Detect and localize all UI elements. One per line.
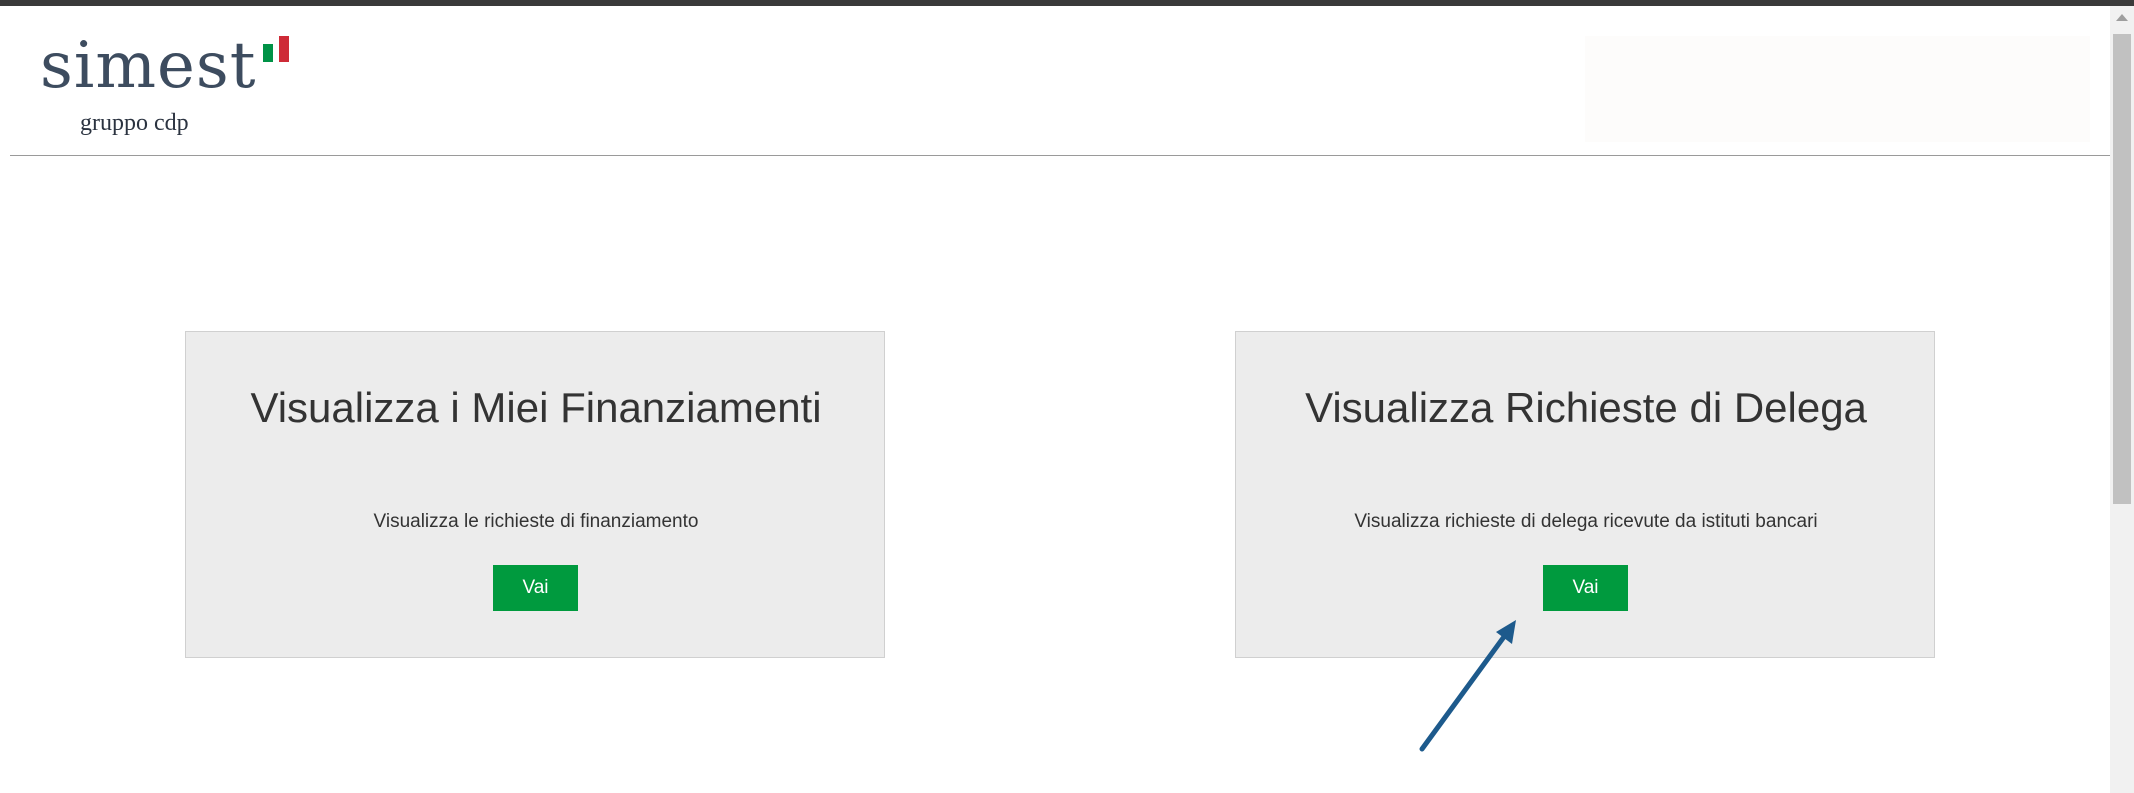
logo-wordmark: simest (40, 29, 257, 103)
header-divider (10, 155, 2110, 156)
simest-logo[interactable]: simest gruppo cdp (38, 26, 308, 146)
header-right-area (1585, 36, 2090, 142)
page-header: simest gruppo cdp (0, 6, 2110, 156)
flag-red-stripe (279, 36, 289, 62)
vertical-scrollbar[interactable] (2110, 6, 2134, 793)
card-title: Visualizza i Miei Finanziamenti (250, 384, 822, 431)
vai-button-delega[interactable]: Vai (1543, 565, 1628, 611)
scroll-up-arrow-icon[interactable] (2116, 14, 2128, 21)
scrollbar-thumb[interactable] (2113, 34, 2131, 504)
flag-green-stripe (263, 44, 273, 62)
logo-subtitle: gruppo cdp (80, 110, 189, 136)
card-description: Visualizza richieste di delega ricevute … (1354, 511, 1818, 532)
card-richieste-delega: Visualizza Richieste di Delega Visualizz… (1235, 331, 1935, 658)
card-title: Visualizza Richieste di Delega (1305, 384, 1867, 431)
card-description: Visualizza le richieste di finanziamento (373, 511, 699, 532)
card-miei-finanziamenti: Visualizza i Miei Finanziamenti Visualiz… (185, 331, 885, 658)
vai-button-finanziamenti[interactable]: Vai (493, 565, 578, 611)
italian-flag-icon (263, 36, 291, 62)
